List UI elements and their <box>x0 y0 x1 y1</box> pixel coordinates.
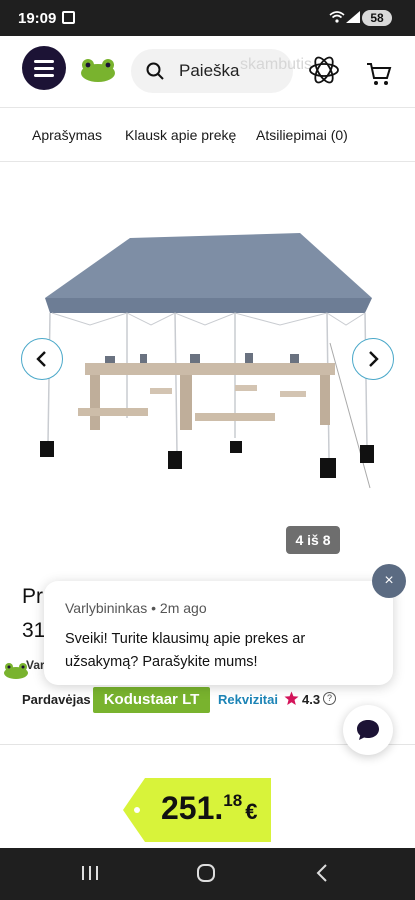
battery-indicator: 58 <box>362 10 392 26</box>
price-currency: € <box>245 799 258 824</box>
chevron-left-icon <box>36 351 46 367</box>
chat-bubble-icon <box>357 720 379 740</box>
price-value: 251.18 € <box>161 790 257 827</box>
product-image[interactable] <box>30 213 385 503</box>
chat-separator: • <box>147 600 160 616</box>
gallery-counter: 4 iš 8 <box>286 526 340 554</box>
chat-meta: Varlybininkas • 2m ago <box>65 600 207 616</box>
help-icon[interactable]: ? <box>323 692 336 705</box>
ghost-overlay-text: skambutis <box>240 56 313 73</box>
tab-description[interactable]: Aprašymas <box>32 127 102 143</box>
product-title-line-2: 31 <box>22 619 46 642</box>
chat-sender: Varlybininkas <box>65 600 148 616</box>
product-gallery: 4 iš 8 <box>0 163 415 563</box>
home-icon[interactable] <box>196 863 216 883</box>
cart-icon[interactable] <box>366 61 392 87</box>
chat-launcher-button[interactable] <box>343 705 393 755</box>
price-tag: 251.18 € <box>123 778 271 842</box>
seller-label: Pardavėjas <box>22 692 91 707</box>
seller-details-link[interactable]: Rekvizitai <box>218 692 278 707</box>
search-placeholder: Paieška <box>179 61 240 80</box>
price-main: 251. <box>161 790 224 826</box>
product-tabs: Aprašymas Klausk apie prekę Atsiliepimai… <box>0 110 415 162</box>
clock: 19:09 <box>18 10 57 27</box>
system-nav-bar <box>0 848 415 900</box>
chat-time: 2m ago <box>159 600 207 616</box>
wifi-icon <box>329 11 345 23</box>
chat-message: Sveiki! Turite klausimų apie prekes ar u… <box>65 631 306 670</box>
gallery-next-button[interactable] <box>352 338 394 380</box>
site-header: Paieška skambutis <box>0 36 415 108</box>
star-icon <box>284 691 299 705</box>
seller-name-badge[interactable]: Kodustaar LT <box>93 687 210 713</box>
back-icon[interactable] <box>313 863 333 883</box>
product-title: Pr <box>22 585 43 608</box>
chat-close-button[interactable]: × <box>372 564 406 598</box>
menu-button[interactable] <box>22 46 66 90</box>
ai-assistant-icon[interactable] <box>307 53 341 87</box>
signal-icon <box>346 11 360 23</box>
chat-popup[interactable]: Varlybininkas • 2m ago Sveiki! Turite kl… <box>44 581 393 685</box>
vendor-label: Var <box>26 658 45 672</box>
screenshot-icon <box>62 11 75 24</box>
tab-ask-question[interactable]: Klausk apie prekę <box>125 127 236 143</box>
chevron-right-icon <box>369 351 379 367</box>
price-cents: 18 <box>223 791 243 810</box>
status-bar: 19:09 58 <box>0 0 415 36</box>
gallery-prev-button[interactable] <box>21 338 63 380</box>
seller-rating: 4.3 <box>302 692 321 707</box>
search-icon <box>146 62 164 80</box>
frog-logo-icon[interactable] <box>78 56 118 84</box>
seller-row: Pardavėjas Kodustaar LT Rekvizitai 4.3 ? <box>22 687 402 713</box>
recent-apps-icon[interactable] <box>80 863 100 883</box>
tab-reviews[interactable]: Atsiliepimai (0) <box>256 127 348 143</box>
